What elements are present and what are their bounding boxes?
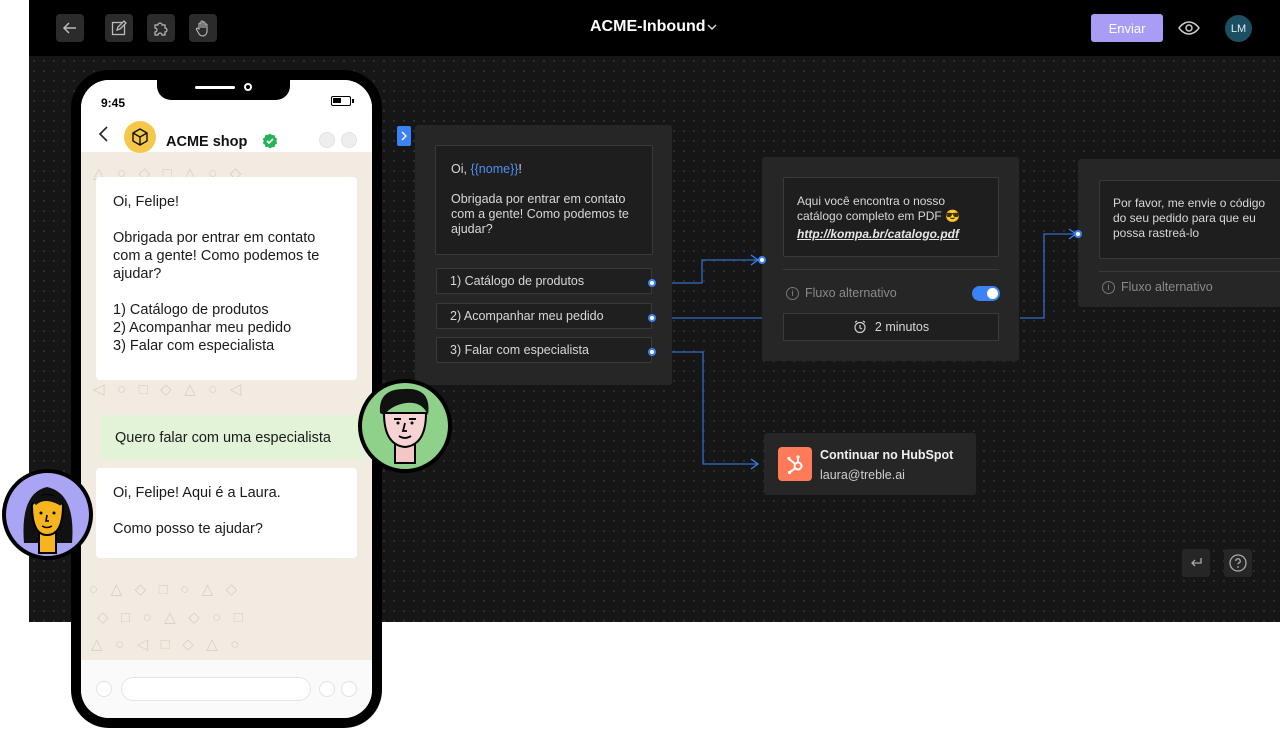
hubspot-node[interactable]: Continuar no HubSpot laura@treble.ai xyxy=(764,433,976,495)
help-button[interactable] xyxy=(1224,549,1252,577)
welcome-greeting: Oi, {{nome}}! xyxy=(451,162,637,177)
option-track-order[interactable]: 2) Acompanhar meu pedido xyxy=(436,303,652,329)
eye-icon[interactable] xyxy=(1177,16,1201,40)
undo-button[interactable] xyxy=(1182,549,1210,577)
undo-icon xyxy=(1191,558,1202,567)
message-options: 1) Catálogo de produtos 2) Acompanhar me… xyxy=(113,301,340,355)
welcome-node[interactable]: Oi, {{nome}}! Obrigada por entrar em con… xyxy=(415,125,672,385)
delay-field[interactable]: 2 minutos xyxy=(783,313,999,341)
verified-icon xyxy=(262,133,278,149)
send-button[interactable]: Enviar xyxy=(1091,14,1163,42)
start-marker[interactable] xyxy=(397,126,411,146)
chat-composer xyxy=(81,660,372,718)
edit-icon xyxy=(111,20,127,36)
edit-button[interactable] xyxy=(105,14,133,42)
user-avatar[interactable]: LM xyxy=(1225,15,1252,42)
attach-button[interactable] xyxy=(319,681,335,697)
integrations-button[interactable] xyxy=(147,14,175,42)
port-order-in[interactable] xyxy=(1074,230,1082,238)
name-variable: {{nome}} xyxy=(470,162,519,176)
back-arrow-icon xyxy=(62,22,76,34)
call-button[interactable] xyxy=(319,132,335,148)
chat-header: 9:45 ACME shop xyxy=(81,80,372,153)
welcome-message[interactable]: Oi, {{nome}}! Obrigada por entrar em con… xyxy=(435,145,653,255)
port-catalog-in[interactable] xyxy=(758,256,766,264)
catalog-message[interactable]: Aqui você encontra o nosso catálogo comp… xyxy=(783,177,999,257)
menu-button[interactable] xyxy=(341,132,357,148)
hubspot-icon xyxy=(778,447,812,481)
incoming-message-2: Oi, Felipe! Aqui é a Laura. Como posso t… xyxy=(96,468,357,558)
status-time: 9:45 xyxy=(101,96,126,110)
customer-avatar xyxy=(358,379,452,473)
chevron-down-icon[interactable] xyxy=(706,21,718,33)
catalog-node[interactable]: Aqui você encontra o nosso catálogo comp… xyxy=(762,157,1019,361)
bg-pattern: ◇ □ ○ △ ◇ ○ □ xyxy=(97,609,243,626)
message-line: Como posso te ajudar? xyxy=(113,521,263,537)
option-specialist[interactable]: 3) Falar com especialista xyxy=(436,337,652,363)
back-button[interactable] xyxy=(56,14,84,42)
incoming-message-1: Oi, Felipe! Obrigada por entrar em conta… xyxy=(96,177,357,380)
alt-flow-row: i Fluxo alternativo xyxy=(786,286,897,300)
welcome-body: Obrigada por entrar em contato com a gen… xyxy=(451,192,629,236)
phone-screen: △ ○ ◇ □ △ ○ ◇ ◁ ○ □ ◇ △ ○ ◁ ○ △ ◇ □ ○ △ … xyxy=(81,80,372,718)
help-icon xyxy=(1229,554,1247,572)
catalog-link[interactable]: http://kompa.br/catalogo.pdf xyxy=(797,227,985,241)
hubspot-email: laura@treble.ai xyxy=(820,468,905,482)
info-icon: i xyxy=(786,286,799,300)
pan-button[interactable] xyxy=(189,14,217,42)
emoji-button[interactable] xyxy=(96,681,112,697)
alt-flow-row: i Fluxo alternativo xyxy=(1102,280,1213,294)
top-bar: ACME-Inbound Enviar LM xyxy=(29,0,1280,56)
battery-icon xyxy=(331,96,354,106)
box-icon xyxy=(132,128,148,146)
message-option: 1) Catálogo de produtos xyxy=(113,302,269,318)
bg-pattern: △ ○ ◁ □ ◇ △ ○ xyxy=(91,636,240,653)
agent-avatar xyxy=(2,469,93,560)
flow-title[interactable]: ACME-Inbound xyxy=(590,18,706,36)
clock-icon xyxy=(854,320,866,334)
bg-pattern: ○ △ ◇ □ ○ △ ◇ xyxy=(89,581,238,598)
message-option: 2) Acompanhar meu pedido xyxy=(113,320,292,336)
order-message[interactable]: Por favor, me envie o código do seu pedi… xyxy=(1099,180,1280,259)
option-catalog[interactable]: 1) Catálogo de produtos xyxy=(436,268,652,294)
port-catalog[interactable] xyxy=(648,279,656,287)
message-greeting: Oi, Felipe! xyxy=(113,194,180,210)
order-text: Por favor, me envie o código do seu pedi… xyxy=(1113,196,1266,240)
mic-button[interactable] xyxy=(341,681,357,697)
alt-flow-toggle[interactable] xyxy=(972,286,1000,301)
message-option: 3) Falar com especialista xyxy=(113,338,275,354)
back-icon[interactable] xyxy=(97,124,111,144)
info-icon: i xyxy=(1102,280,1115,294)
greeting-prefix: Oi, xyxy=(451,162,471,176)
phone-notch xyxy=(157,80,290,100)
message-line: Oi, Felipe! Aqui é a Laura. xyxy=(113,485,281,501)
contact-avatar[interactable] xyxy=(124,121,156,153)
hand-icon xyxy=(195,20,208,37)
catalog-text: Aqui você encontra o nosso catálogo comp… xyxy=(797,194,961,223)
alt-flow-label: Fluxo alternativo xyxy=(805,286,897,300)
divider xyxy=(1099,271,1280,272)
port-specialist[interactable] xyxy=(648,348,656,356)
chevron-right-icon xyxy=(401,131,407,141)
phone-mockup: △ ○ ◇ □ △ ○ ◇ ◁ ○ □ ◇ △ ○ ◁ ○ △ ◇ □ ○ △ … xyxy=(71,70,382,728)
bg-pattern: ◁ ○ □ ◇ △ ○ ◁ xyxy=(93,381,242,398)
hubspot-title: Continuar no HubSpot xyxy=(820,448,954,462)
outgoing-message: Quero falar com uma especialista xyxy=(100,415,365,460)
message-body: Obrigada por entrar em contato com a gen… xyxy=(113,230,320,282)
order-node[interactable]: Por favor, me envie o código do seu pedi… xyxy=(1078,159,1280,307)
alt-flow-label: Fluxo alternativo xyxy=(1121,280,1213,294)
message-input[interactable] xyxy=(121,677,311,701)
port-track-order[interactable] xyxy=(648,314,656,322)
puzzle-icon xyxy=(154,22,168,36)
contact-name[interactable]: ACME shop xyxy=(166,134,247,150)
delay-label: 2 minutos xyxy=(874,320,930,334)
greeting-suffix: ! xyxy=(518,162,522,176)
divider xyxy=(783,269,999,270)
